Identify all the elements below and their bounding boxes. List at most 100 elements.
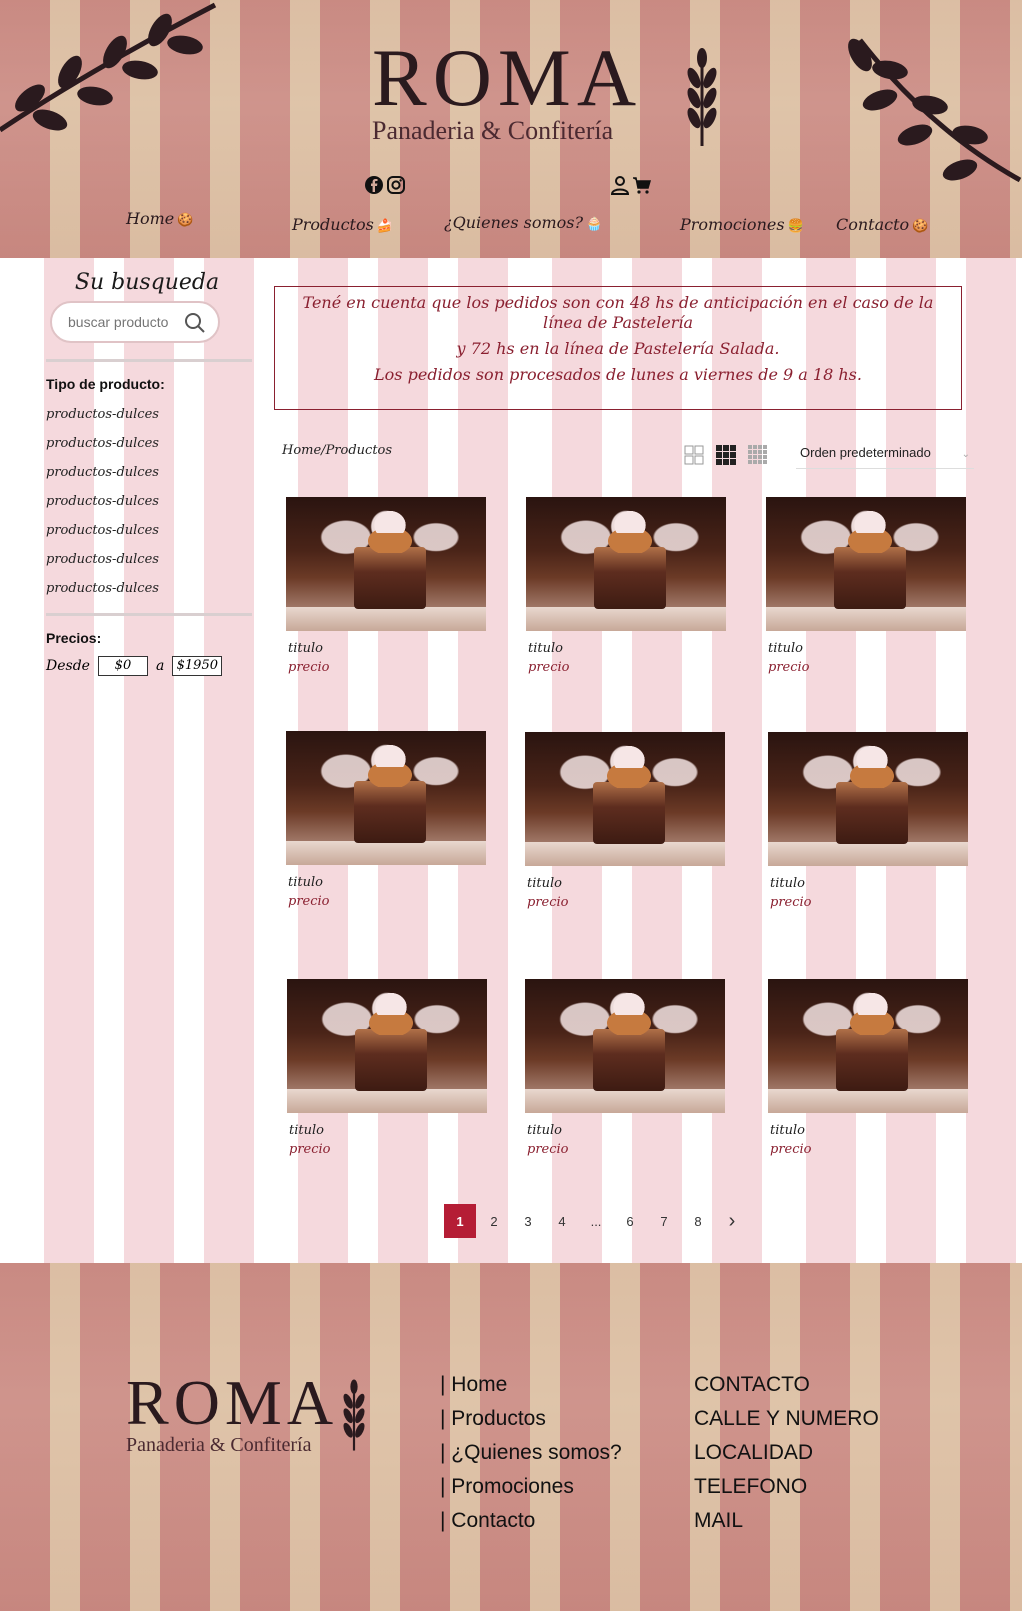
price-range: Desde $0 a $1950: [46, 656, 252, 676]
product-image[interactable]: [525, 979, 725, 1113]
product-title[interactable]: titulo: [528, 641, 726, 656]
product-price: precio: [289, 1142, 331, 1157]
footer-contact: CONTACTO CALLE Y NUMERO LOCALIDAD TELEFO…: [694, 1368, 879, 1538]
nav-item-quienes-somos[interactable]: ¿Quienes somos? 🧁: [444, 213, 602, 232]
product-title[interactable]: titulo: [288, 641, 486, 656]
product-type-link[interactable]: productos-dulces: [46, 487, 252, 516]
product-title[interactable]: titulo: [768, 641, 966, 656]
divider: [46, 613, 252, 616]
price-max-input[interactable]: $1950: [172, 656, 223, 676]
sort-select-value: Orden predeterminado: [800, 445, 931, 460]
notice-line: y 72 hs en la línea de Pastelería Salada…: [456, 339, 780, 358]
instagram-icon[interactable]: [386, 175, 406, 195]
contact-phone: TELEFONO: [694, 1475, 808, 1498]
page-link[interactable]: 3: [512, 1204, 544, 1238]
page-current[interactable]: 1: [444, 1204, 476, 1238]
notice-line: Tené en cuenta que los pedidos son con 4…: [302, 293, 934, 332]
grid-4-icon[interactable]: [748, 445, 768, 465]
wheat-icon: [343, 1379, 365, 1451]
product-type-link[interactable]: productos-dulces: [46, 400, 252, 429]
user-icon[interactable]: [610, 175, 630, 195]
cart-icon[interactable]: [632, 175, 652, 195]
grid-2-icon[interactable]: [684, 445, 704, 465]
footer-nav: | Home | Productos | ¿Quienes somos? | P…: [440, 1368, 622, 1538]
brand-name: ROMA: [372, 32, 643, 123]
product-title[interactable]: titulo: [770, 1123, 968, 1138]
product-image[interactable]: [766, 497, 966, 631]
nav-label: ¿Quienes somos?: [444, 213, 584, 232]
page-link[interactable]: 4: [546, 1204, 578, 1238]
cupcake-icon: 🧁: [586, 217, 603, 232]
nav-item-contacto[interactable]: Contacto 🍪: [836, 215, 928, 234]
page-link[interactable]: 6: [614, 1204, 646, 1238]
product-title[interactable]: titulo: [527, 876, 725, 891]
product-price: precio: [527, 1142, 569, 1157]
search-box[interactable]: [50, 301, 220, 343]
footer-link-promociones[interactable]: | Promociones: [440, 1470, 622, 1504]
to-label: a: [155, 658, 165, 674]
nav-item-promociones[interactable]: Promociones 🍔: [680, 215, 804, 234]
product-card[interactable]: titulo precio: [526, 497, 726, 675]
product-card[interactable]: titulo precio: [286, 497, 486, 675]
page-link[interactable]: 8: [682, 1204, 714, 1238]
footer-link-home[interactable]: | Home: [440, 1368, 622, 1402]
price-min-input[interactable]: $0: [97, 656, 148, 676]
nav-item-home[interactable]: Home 🍪: [126, 209, 193, 228]
product-type-link[interactable]: productos-dulces: [46, 574, 252, 603]
search-input[interactable]: [66, 313, 182, 331]
search-icon[interactable]: [184, 312, 206, 334]
nav-label: Promociones: [680, 215, 785, 234]
product-image[interactable]: [525, 732, 725, 866]
page-link[interactable]: 7: [648, 1204, 680, 1238]
page-link[interactable]: 2: [478, 1204, 510, 1238]
product-type-link[interactable]: productos-dulces: [46, 458, 252, 487]
main-nav: Home 🍪 Productos 🍰 ¿Quienes somos? 🧁 Promoc…: [0, 205, 1022, 235]
social-links: [364, 175, 406, 195]
grid-3-icon[interactable]: [716, 445, 736, 465]
order-notice: Tené en cuenta que los pedidos son con 4…: [274, 286, 962, 410]
product-title[interactable]: titulo: [288, 875, 486, 890]
product-type-link[interactable]: productos-dulces: [46, 545, 252, 574]
filter-sidebar: Su busqueda Tipo de producto: productos-…: [46, 270, 252, 676]
contact-mail: MAIL: [694, 1509, 744, 1532]
product-card[interactable]: titulo precio: [525, 979, 725, 1157]
facebook-icon[interactable]: [364, 175, 384, 195]
product-card[interactable]: titulo precio: [286, 731, 486, 909]
footer-link-contacto[interactable]: | Contacto: [440, 1504, 622, 1538]
page-ellipsis: ...: [590, 1213, 602, 1229]
product-image[interactable]: [526, 497, 726, 631]
pagination: 1 2 3 4 ... 6 7 8 ›: [444, 1204, 748, 1238]
product-type-link[interactable]: productos-dulces: [46, 516, 252, 545]
next-page-button[interactable]: ›: [716, 1204, 748, 1238]
product-card[interactable]: titulo precio: [525, 732, 725, 910]
product-card[interactable]: titulo precio: [766, 497, 966, 675]
product-image[interactable]: [287, 979, 487, 1113]
product-title[interactable]: titulo: [770, 876, 968, 891]
product-image[interactable]: [768, 979, 968, 1113]
product-image[interactable]: [286, 497, 486, 631]
footer-link-productos[interactable]: | Productos: [440, 1402, 622, 1436]
product-card[interactable]: titulo precio: [768, 732, 968, 910]
product-title[interactable]: titulo: [289, 1123, 487, 1138]
notice-line: Los pedidos son procesados de lunes a vi…: [374, 365, 862, 384]
product-card[interactable]: titulo precio: [287, 979, 487, 1157]
product-image[interactable]: [768, 732, 968, 866]
user-tools: [610, 175, 652, 195]
sort-select[interactable]: Orden predeterminado ⌄: [796, 443, 974, 469]
product-price: precio: [528, 660, 570, 675]
product-card[interactable]: titulo precio: [768, 979, 968, 1157]
nav-item-productos[interactable]: Productos 🍰: [292, 215, 393, 234]
footer-logo[interactable]: ROMA Panaderia & Confitería: [126, 1371, 338, 1457]
product-image[interactable]: [286, 731, 486, 865]
search-title: Su busqueda: [74, 270, 220, 295]
breadcrumb[interactable]: Home/Productos: [282, 443, 392, 458]
burger-icon: 🍔: [787, 219, 804, 234]
product-price: precio: [288, 894, 330, 909]
header-logo[interactable]: ROMA Panaderia & Confitería: [372, 32, 643, 146]
footer-link-quienes-somos[interactable]: | ¿Quienes somos?: [440, 1436, 622, 1470]
product-title[interactable]: titulo: [527, 1123, 725, 1138]
nav-label: Productos: [292, 215, 374, 234]
cake-icon: 🍰: [376, 219, 394, 234]
product-price: precio: [288, 660, 330, 675]
product-type-link[interactable]: productos-dulces: [46, 429, 252, 458]
